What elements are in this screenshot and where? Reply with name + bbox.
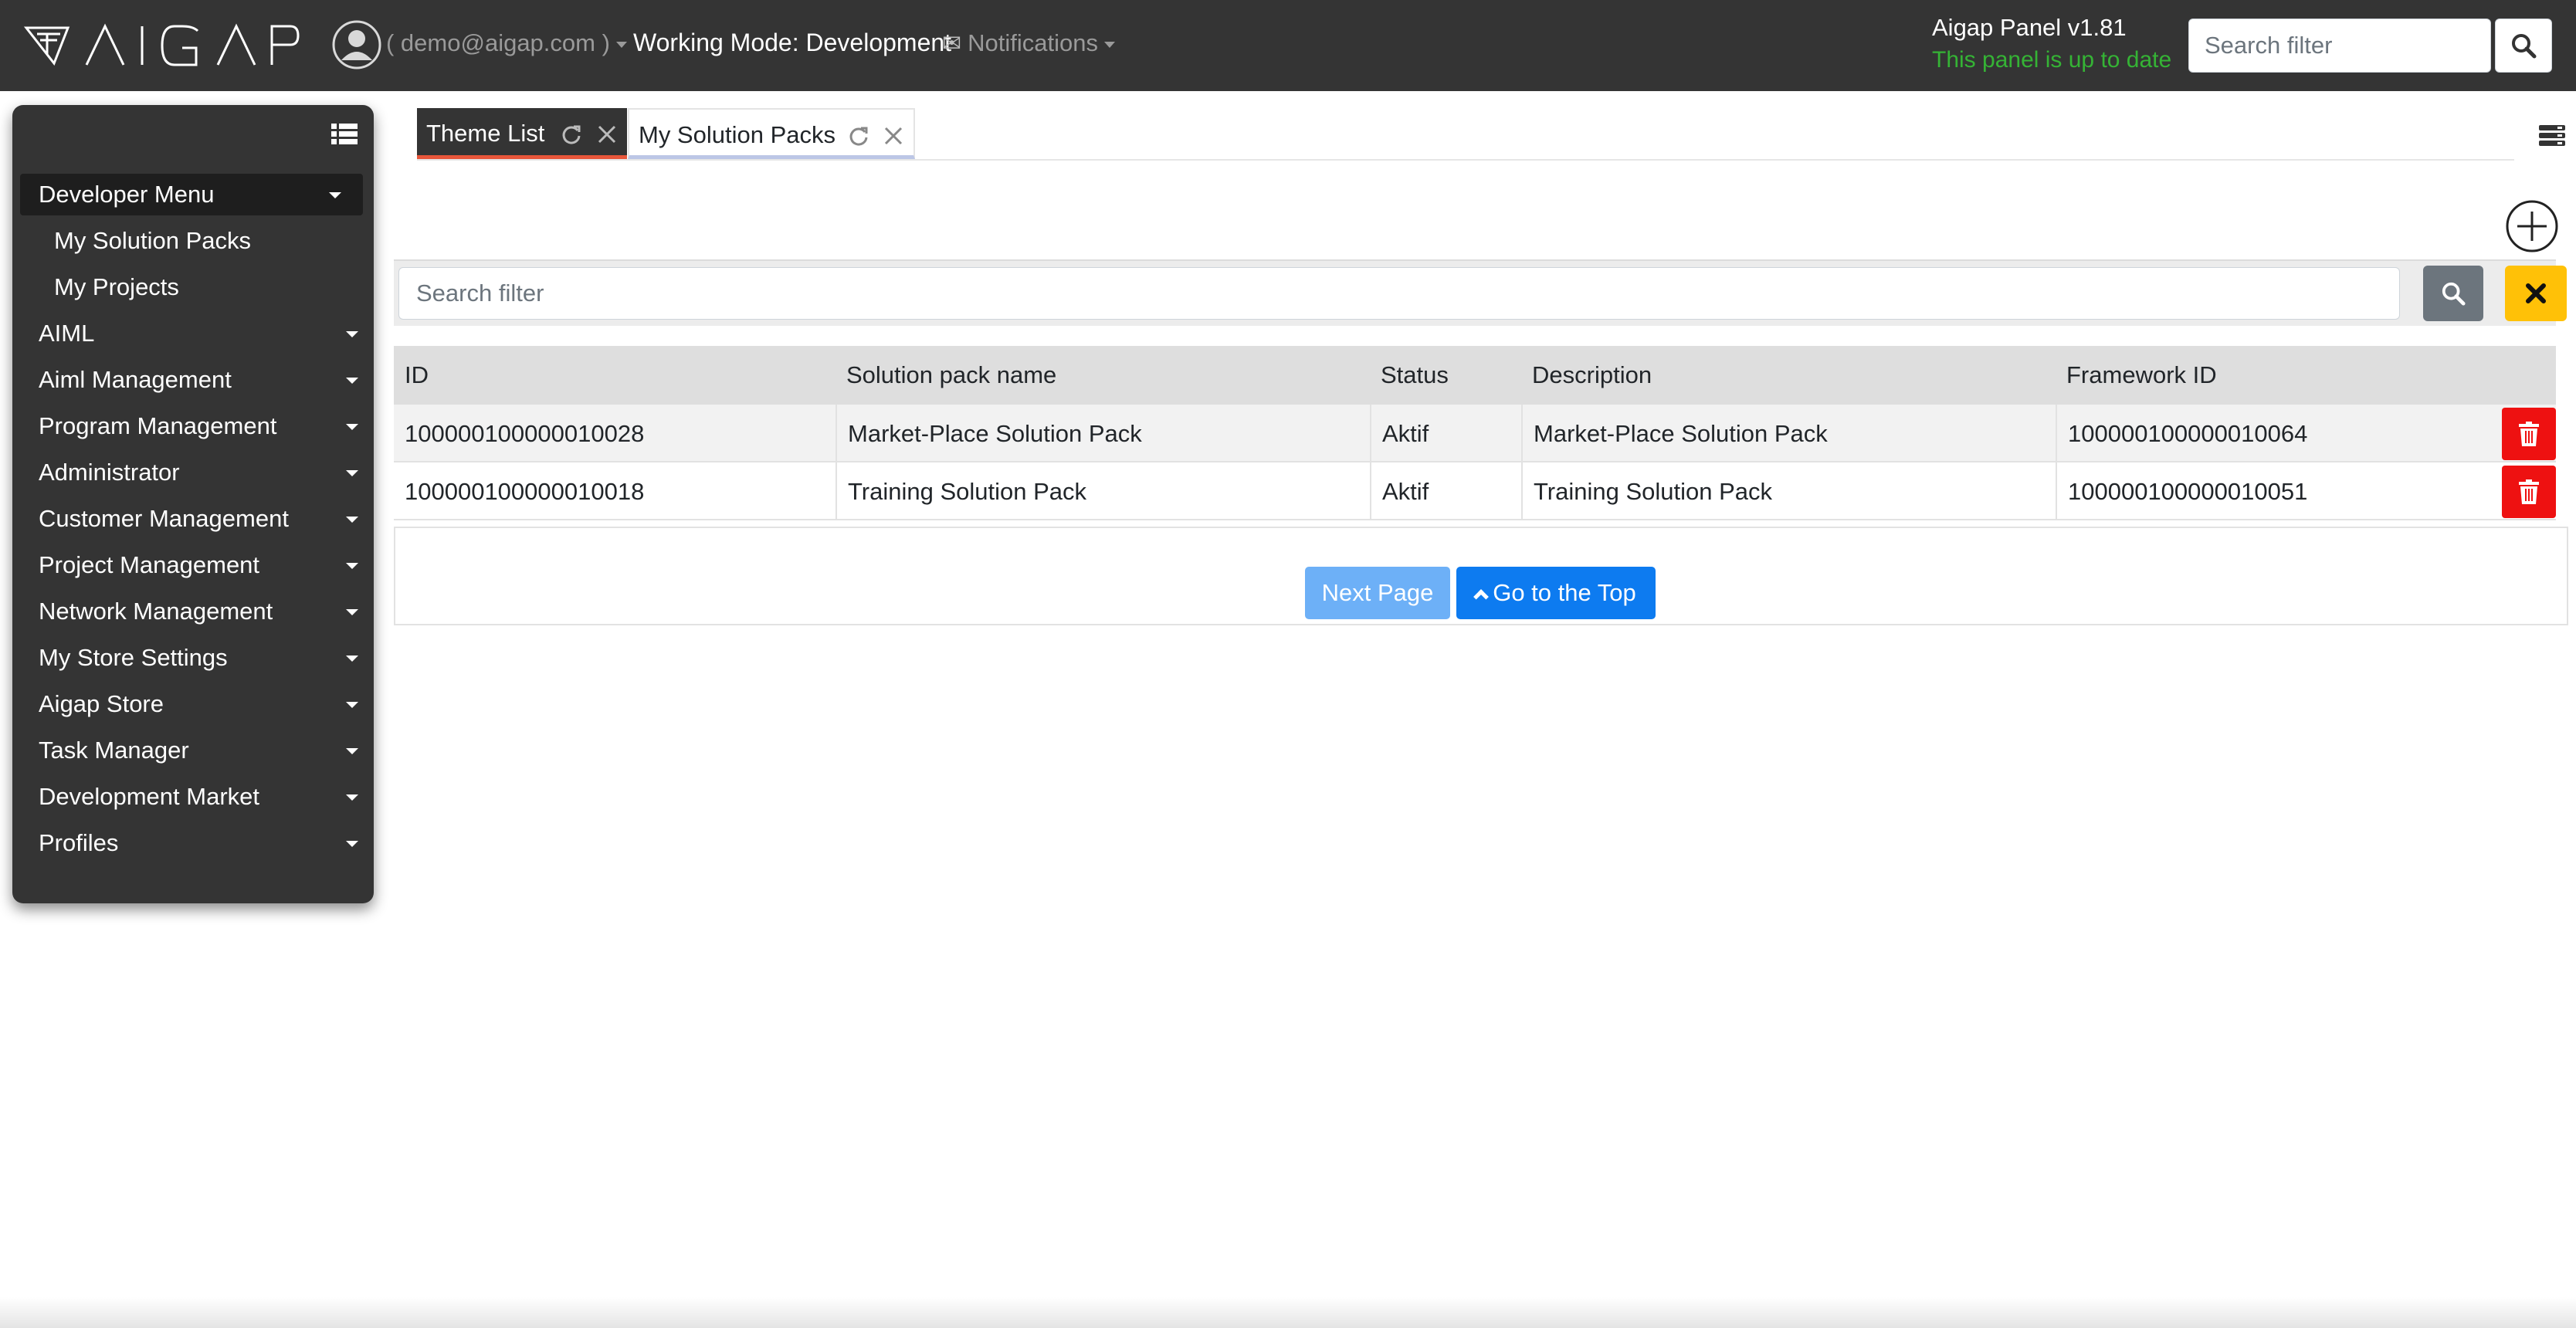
sidebar-item-task-manager[interactable]: Task Manager [20, 730, 380, 771]
search-icon [2512, 34, 2537, 59]
notifications-menu[interactable]: ✉ Notifications [942, 29, 1115, 57]
filter-search-button[interactable] [2423, 266, 2483, 321]
chevron-down-icon [615, 41, 627, 48]
top-navbar: ( demo@aigap.com ) Working Mode: Develop… [0, 0, 2576, 91]
cell-id: 100000100000010028 [405, 420, 645, 447]
sidebar: Developer Menu My Solution Packs My Proj… [12, 105, 374, 903]
caret-down-icon [346, 563, 358, 569]
search-filter-input[interactable] [398, 267, 2400, 320]
sidebar-item-my-projects[interactable]: My Projects [20, 266, 380, 308]
tab-options-icon[interactable] [2539, 124, 2565, 148]
cell-status: Aktif [1370, 462, 1429, 520]
caret-down-icon [329, 192, 341, 198]
caret-down-icon [346, 794, 358, 801]
caret-down-icon [346, 656, 358, 662]
user-avatar-icon[interactable] [332, 20, 381, 69]
table-row[interactable]: 100000100000010018 Training Solution Pac… [394, 462, 2556, 520]
add-new-button[interactable] [2505, 199, 2559, 253]
tab-my-solution-packs[interactable]: My Solution Packs [628, 108, 915, 159]
delete-row-button[interactable] [2502, 408, 2556, 460]
sidebar-item-project-management[interactable]: Project Management [20, 544, 380, 586]
sidebar-item-aiml-management[interactable]: Aiml Management [20, 359, 380, 401]
cell-id: 100000100000010018 [405, 478, 645, 505]
list-icon[interactable] [331, 122, 358, 147]
table-row[interactable]: 100000100000010028 Market-Place Solution… [394, 405, 2556, 462]
caret-down-icon [346, 378, 358, 384]
close-icon [2526, 283, 2546, 303]
column-header-id[interactable]: ID [394, 346, 429, 405]
close-icon[interactable] [883, 125, 904, 147]
global-search-input[interactable] [2188, 19, 2491, 73]
caret-down-icon [346, 470, 358, 476]
caret-down-icon [346, 702, 358, 708]
refresh-icon[interactable] [561, 124, 582, 145]
filter-clear-button[interactable] [2505, 266, 2567, 321]
sidebar-item-program-management[interactable]: Program Management [20, 405, 380, 447]
caret-down-icon [346, 517, 358, 523]
tab-theme-list[interactable]: Theme List [417, 108, 627, 159]
cell-description: Market-Place Solution Pack [1521, 405, 1828, 462]
delete-row-button[interactable] [2502, 466, 2556, 518]
table-header: ID Solution pack name Status Description… [394, 346, 2556, 405]
sidebar-item-development-market[interactable]: Development Market [20, 776, 380, 818]
window-bottom-edge [0, 1297, 2576, 1328]
sidebar-item-aiml[interactable]: AIML [20, 313, 380, 354]
envelope-icon: ✉ [942, 31, 962, 56]
caret-down-icon [346, 748, 358, 754]
go-to-top-button[interactable]: Go to the Top [1456, 567, 1656, 619]
user-menu[interactable]: ( demo@aigap.com ) [386, 29, 627, 57]
global-search-button[interactable] [2495, 19, 2552, 73]
sidebar-item-administrator[interactable]: Administrator [20, 452, 380, 493]
cell-solution-pack-name: Market-Place Solution Pack [836, 405, 1142, 462]
chevron-down-icon [1104, 41, 1115, 48]
cell-status: Aktif [1370, 405, 1429, 462]
cell-framework-id: 100000100000010051 [2056, 462, 2307, 520]
sidebar-item-profiles[interactable]: Profiles [20, 822, 380, 864]
column-header-framework-id[interactable]: Framework ID [2056, 346, 2217, 405]
caret-down-icon [346, 841, 358, 847]
next-page-button[interactable]: Next Page [1305, 567, 1450, 619]
trash-icon [2519, 479, 2539, 504]
aigap-logo[interactable] [23, 20, 301, 71]
sidebar-item-my-solution-packs[interactable]: My Solution Packs [20, 220, 380, 262]
column-header-description[interactable]: Description [1521, 346, 1652, 405]
search-icon [2442, 282, 2466, 306]
refresh-icon[interactable] [848, 125, 869, 147]
trash-icon [2519, 422, 2539, 446]
cell-framework-id: 100000100000010064 [2056, 405, 2307, 462]
panel-update-status: This panel is up to date [1932, 47, 2172, 73]
sidebar-item-developer-menu[interactable]: Developer Menu [20, 174, 363, 215]
column-header-status[interactable]: Status [1370, 346, 1449, 405]
sidebar-item-customer-management[interactable]: Customer Management [20, 498, 380, 540]
panel-version: Aigap Panel v1.81 [1932, 14, 2127, 41]
sidebar-item-aigap-store[interactable]: Aigap Store [20, 683, 380, 725]
cell-solution-pack-name: Training Solution Pack [836, 462, 1086, 520]
cell-description: Training Solution Pack [1521, 462, 1772, 520]
chevron-up-icon [1473, 589, 1490, 605]
sidebar-item-network-management[interactable]: Network Management [20, 591, 380, 632]
column-header-solution-pack-name[interactable]: Solution pack name [836, 346, 1056, 405]
sidebar-item-my-store-settings[interactable]: My Store Settings [20, 637, 380, 679]
close-icon[interactable] [596, 124, 618, 145]
caret-down-icon [346, 424, 358, 430]
caret-down-icon [346, 609, 358, 615]
working-mode-label: Working Mode: Development [633, 29, 952, 56]
caret-down-icon [346, 331, 358, 337]
